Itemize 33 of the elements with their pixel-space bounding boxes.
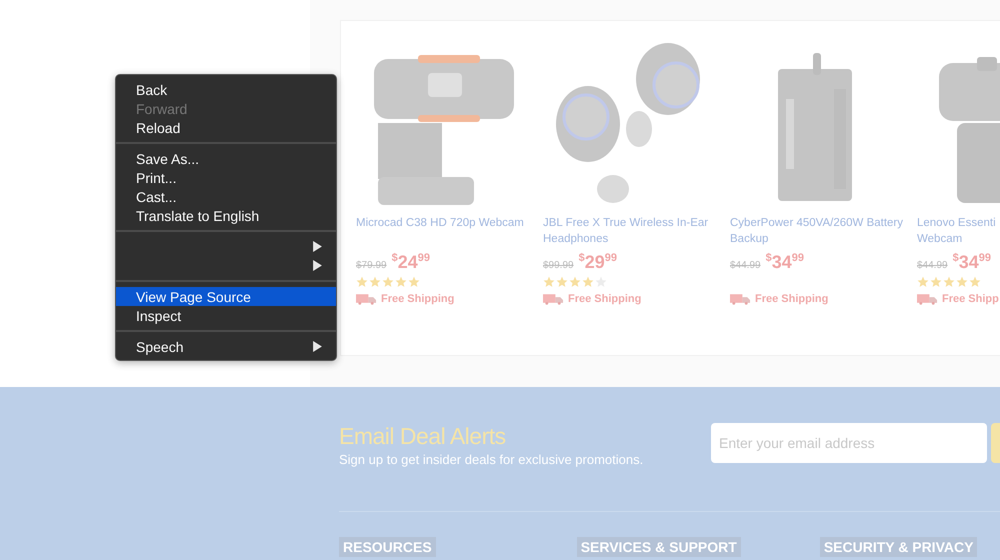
free-shipping-label: Free Shipping [755,293,828,305]
truck-icon [917,293,938,305]
menu-item[interactable]: Cast... [116,187,336,206]
old-price: $44.99 [730,260,761,271]
free-shipping-label: Free Shipping [381,293,454,305]
menu-item[interactable]: Save As... [116,149,336,168]
footer-heading: SECURITY & PRIVACY [820,537,978,557]
free-shipping-label: Free Shipping [568,293,642,305]
truck-icon [730,293,751,305]
truck-icon [356,293,377,305]
submenu-arrow-icon [313,260,322,271]
product-price: $^{$}$29$^{99}$ [578,252,617,273]
menu-item[interactable]: Inspect [116,306,336,325]
menu-item[interactable]: Translate to English [116,206,336,225]
menu-item[interactable]: View Page Source [116,287,336,306]
free-shipping-label: Free Shipp [942,293,999,305]
submenu-arrow-icon [313,341,322,352]
newsletter-subtitle: Sign up to get insider deals for exclusive promotions. [339,452,644,467]
menu-item[interactable]: Speech [116,337,336,356]
menu-item[interactable]: Reload [116,118,336,137]
product-price: $^{$}$34$^{99}$ [766,252,804,273]
menu-item[interactable]: Print... [116,168,336,187]
menu-item[interactable]: Back [116,80,336,99]
product-price: $^{$}$34$^{99}$ [952,252,991,273]
product-price: $^{$}$24$^{99}$ [392,252,430,273]
submenu-arrow-icon [313,241,322,252]
old-price: $44.99 [917,260,948,271]
footer-heading: SERVICES & SUPPORT [576,537,741,557]
truck-icon [543,293,564,305]
newsletter-title: Email Deal Alerts [339,423,507,450]
old-price: $79.99 [356,260,387,271]
footer-heading: RESOURCES [339,537,436,557]
old-price: $99.99 [543,260,574,271]
